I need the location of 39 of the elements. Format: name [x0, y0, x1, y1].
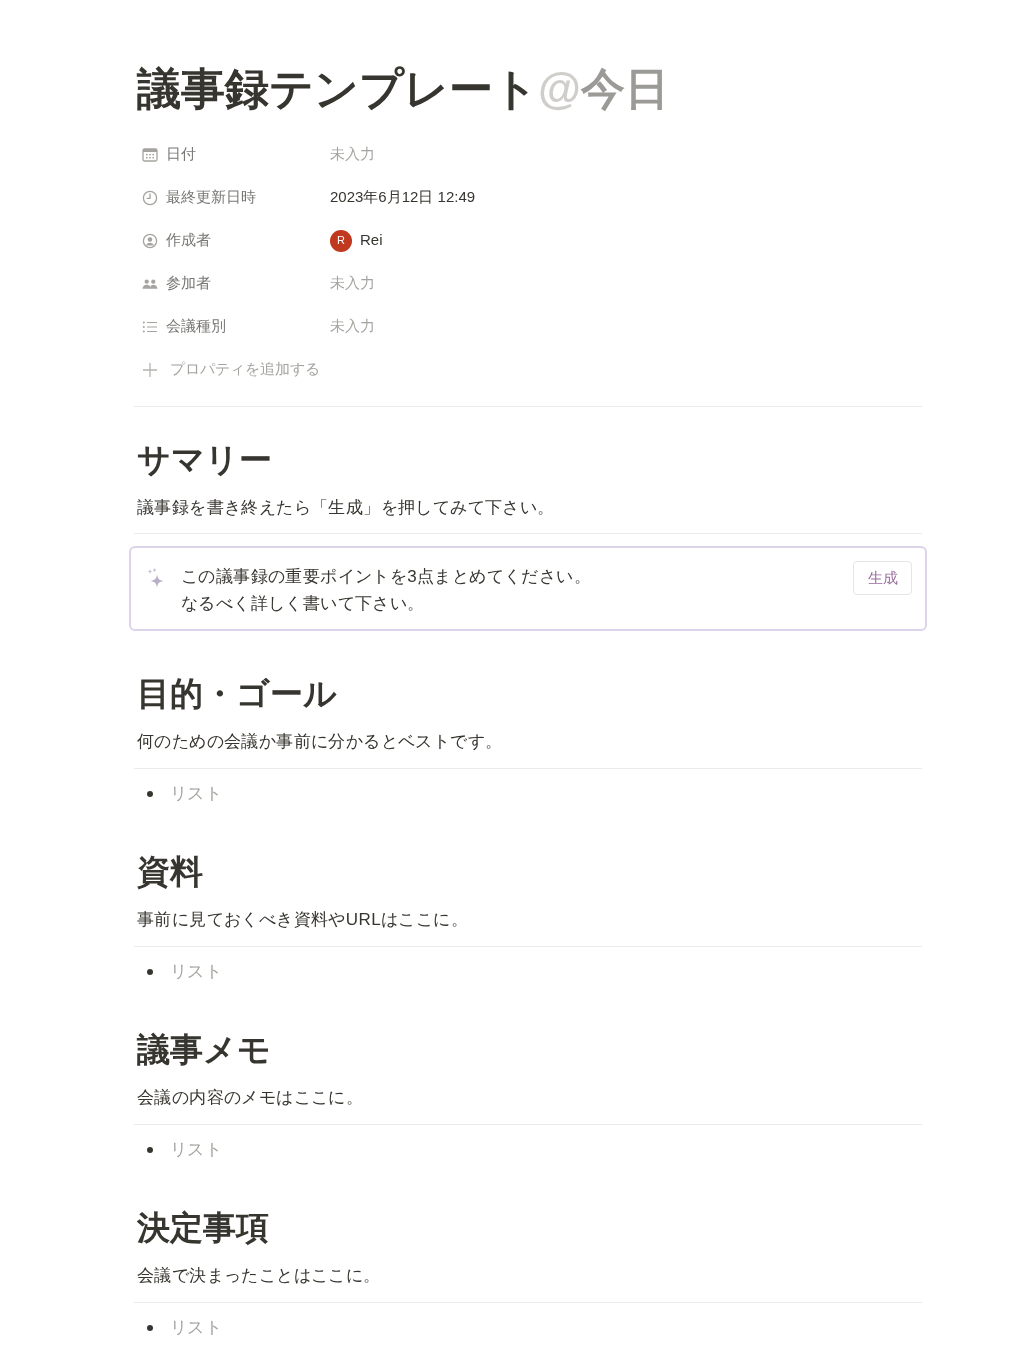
ai-prompt-line: この議事録の重要ポイントを3点まとめてください。	[181, 566, 592, 588]
list-item-text[interactable]: リスト	[170, 960, 223, 984]
list-item-text[interactable]: リスト	[170, 782, 223, 806]
property-value[interactable]: 未入力	[330, 272, 375, 295]
clock-icon	[142, 189, 158, 206]
bullet-icon	[147, 969, 153, 975]
property-label[interactable]: 最終更新日時	[166, 186, 256, 209]
plus-icon	[142, 361, 158, 378]
property-value[interactable]: Rei	[360, 229, 383, 252]
property-label[interactable]: 会議種別	[166, 315, 226, 338]
section-description: 何のための会議か事前に分かるとベストです。	[136, 731, 503, 753]
ai-prompt-line: なるべく詳しく書いて下さい。	[181, 593, 425, 615]
section-heading: 議事メモ	[135, 1032, 271, 1068]
bullet-icon	[147, 1147, 153, 1153]
section-description: 事前に見ておくべき資料やURLはここに。	[136, 909, 468, 931]
section-heading: 資料	[136, 854, 203, 890]
section-heading: サマリー	[136, 442, 272, 478]
section-description: 議事録を書き終えたら「生成」を押してみて下さい。	[136, 497, 555, 519]
date-mention[interactable]: @今日	[538, 62, 669, 115]
calendar-icon	[142, 146, 158, 163]
property-value[interactable]: 未入力	[330, 143, 375, 166]
section-heading: 目的・ゴール	[136, 676, 337, 712]
property-label[interactable]: 作成者	[166, 229, 211, 252]
avatar: R	[330, 229, 352, 252]
property-label[interactable]: 参加者	[166, 272, 211, 295]
bullet-icon	[147, 1325, 153, 1331]
property-value[interactable]: 2023年6月12日 12:49	[330, 186, 476, 209]
bullet-icon	[147, 791, 153, 797]
section-description: 会議の内容のメモはここに。	[136, 1087, 364, 1109]
add-property-button[interactable]: プロパティを追加する	[170, 358, 320, 381]
page-title: 議事録テンプレート	[137, 63, 538, 115]
person-circle-icon	[142, 232, 158, 249]
list-item-text[interactable]: リスト	[170, 1316, 223, 1340]
section-description: 会議で決まったことはここに。	[136, 1265, 381, 1287]
property-value[interactable]: 未入力	[330, 315, 375, 338]
list-item-text[interactable]: リスト	[170, 1138, 223, 1162]
generate-button[interactable]: 生成	[853, 561, 912, 595]
section-heading: 決定事項	[136, 1210, 269, 1246]
property-label[interactable]: 日付	[166, 143, 196, 166]
